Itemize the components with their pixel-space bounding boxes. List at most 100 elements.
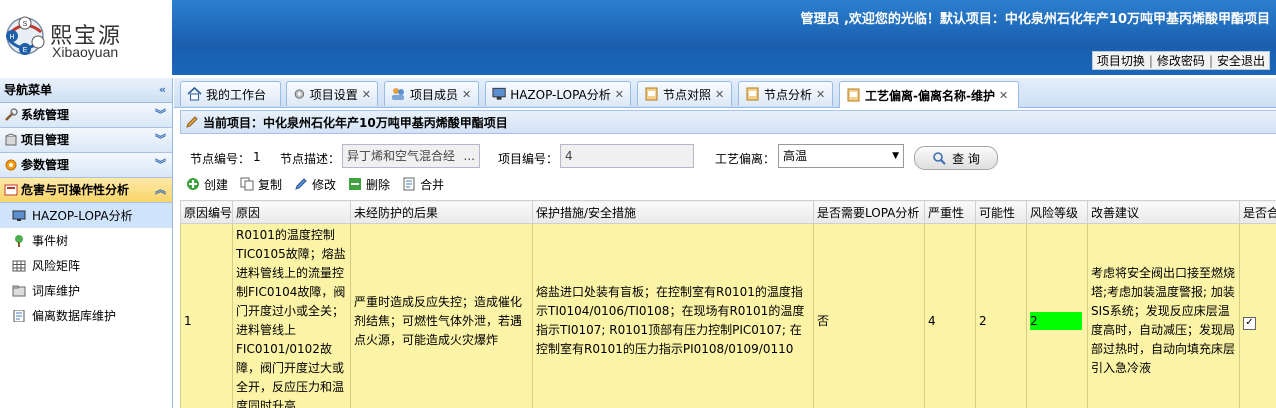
logo-area: H S E 熙宝源 Xibaoyuan <box>0 0 172 75</box>
close-icon[interactable]: ✕ <box>615 88 624 101</box>
nav-group-label: 项目管理 <box>21 133 70 147</box>
column-header[interactable]: 原因 <box>232 200 351 224</box>
project-no-label: 项目编号： <box>498 152 559 166</box>
cell-cause: R0101的温度控制TIC0105故障；熔盐进料管线上的流量控制FIC0104故… <box>232 223 351 408</box>
nav-group-hazop[interactable]: 危害与可操作性分析 ︽ <box>0 178 172 203</box>
current-project-bar: 当前项目：中化泉州石化年产10万吨甲基丙烯酸甲酯项目 <box>180 110 1276 134</box>
copy-label: 复制 <box>258 177 283 192</box>
close-icon[interactable]: ✕ <box>816 88 825 101</box>
edit-button[interactable]: 修改 <box>294 176 336 193</box>
toolbar: 创建 复制 修改 删除 合并 <box>186 175 456 193</box>
column-header[interactable]: 原因编号 <box>180 200 233 224</box>
column-header[interactable]: 是否需要LOPA分析 <box>813 200 925 224</box>
deviation-select[interactable]: 高温 ▼ <box>778 144 904 168</box>
sidebar-item-risk-matrix[interactable]: 风险矩阵 <box>0 253 172 278</box>
close-icon[interactable]: ✕ <box>999 89 1008 102</box>
wrench-icon <box>5 108 18 121</box>
column-header[interactable]: 可能性 <box>975 200 1027 224</box>
node-no-label: 节点编号： <box>190 152 251 166</box>
column-header[interactable]: 改善建议 <box>1087 200 1240 224</box>
tab-label: 项目设置 <box>309 87 358 102</box>
chevron-down-icon: ︾ <box>155 158 166 171</box>
users-icon <box>392 88 404 100</box>
sidebar-item-deviation-db[interactable]: 偏离数据库维护 <box>0 303 172 328</box>
nav-group-params[interactable]: 参数管理 ︾ <box>0 153 172 178</box>
nav-group-label: 系统管理 <box>21 108 70 122</box>
gear-icon <box>5 159 17 171</box>
sidebar-item-label: HAZOP-LOPA分析 <box>32 209 133 223</box>
delete-button[interactable]: 删除 <box>348 176 390 193</box>
sidebar-item-hazop-lopa[interactable]: HAZOP-LOPA分析 <box>0 203 172 228</box>
page-icon <box>645 87 658 101</box>
tab-project-settings[interactable]: 项目设置 ✕ <box>286 81 378 106</box>
folder-icon <box>12 285 26 296</box>
nav-group-label: 参数管理 <box>21 158 70 172</box>
doc-icon <box>13 309 25 322</box>
copy-button[interactable]: 复制 <box>240 176 282 193</box>
query-button[interactable]: 查 询 <box>914 146 998 170</box>
tab-label: 我的工作台 <box>206 87 267 102</box>
sidebar: 导航菜单 « 系统管理 ︾ 项目管理 ︾ 参数管理 ︾ 危害与可操作性分析 ︽ … <box>0 78 173 408</box>
change-password-link[interactable]: 修改密码 <box>1153 52 1209 69</box>
tab-label: HAZOP-LOPA分析 <box>510 87 611 102</box>
column-header[interactable]: 是否合 <box>1239 200 1276 224</box>
column-header[interactable]: 保护措施/安全措施 <box>532 200 814 224</box>
close-icon[interactable]: ✕ <box>362 88 371 101</box>
cell-recommendation: 考虑将安全阀出口接至燃烧塔;考虑加装温度警报; 加装SIS系统；发现反应床层温度… <box>1087 223 1240 408</box>
cell-likelihood: 2 <box>975 223 1027 408</box>
delete-label: 删除 <box>366 177 391 192</box>
search-icon <box>933 152 946 165</box>
close-icon[interactable]: ✕ <box>462 88 471 101</box>
sidebar-item-label: 风险矩阵 <box>32 259 81 273</box>
switch-project-link[interactable]: 项目切换 <box>1093 52 1149 69</box>
tab-node-comparison[interactable]: 节点对照 ✕ <box>637 81 732 106</box>
tab-node-analysis[interactable]: 节点分析 ✕ <box>738 81 833 106</box>
column-header[interactable]: 风险等级 <box>1026 200 1088 224</box>
svg-text:E: E <box>23 47 28 54</box>
close-icon[interactable]: ✕ <box>715 88 724 101</box>
tab-bar: 我的工作台 项目设置 ✕ 项目成员 ✕ HAZOP-LOPA分析 ✕ 节点对照 … <box>174 78 1276 108</box>
top-links: 项目切换 | 修改密码 | 安全退出 <box>1091 51 1270 70</box>
column-header[interactable]: 严重性 <box>924 200 976 224</box>
pencil-icon <box>186 116 198 128</box>
cell-need-lopa: 否 <box>813 223 925 408</box>
edit-icon <box>295 178 307 190</box>
page-icon <box>847 88 860 102</box>
collapse-sidebar-icon[interactable]: « <box>159 78 166 102</box>
tab-label: 项目成员 <box>410 87 459 102</box>
merge-button[interactable]: 合并 <box>402 176 444 193</box>
create-button[interactable]: 创建 <box>186 176 228 193</box>
tab-label: 节点分析 <box>764 87 813 102</box>
analysis-grid: 原因编号 原因 未经防护的后果 保护措施/安全措施 是否需要LOPA分析 严重性… <box>180 200 1276 408</box>
sidebar-item-label: 词库维护 <box>32 284 81 298</box>
logout-link[interactable]: 安全退出 <box>1213 52 1269 69</box>
node-desc-field[interactable]: 异丁烯和空气混合经 ... <box>342 144 480 168</box>
table-row[interactable]: 1 R0101的温度控制TIC0105故障；熔盐进料管线上的流量控制FIC010… <box>180 223 1276 408</box>
project-no-field[interactable]: 4 <box>560 144 694 168</box>
sidebar-item-label: 事件树 <box>32 234 69 248</box>
sidebar-item-lexicon[interactable]: 词库维护 <box>0 278 172 303</box>
sidebar-item-event-tree[interactable]: 事件树 <box>0 228 172 253</box>
nav-group-system[interactable]: 系统管理 ︾ <box>0 103 172 128</box>
cell-cause-id: 1 <box>180 223 233 408</box>
cell-risk-level: 2 <box>1026 223 1088 408</box>
query-button-label: 查 询 <box>952 151 980 166</box>
settings-icon <box>294 89 305 99</box>
tab-hazop-lopa[interactable]: HAZOP-LOPA分析 ✕ <box>485 81 631 106</box>
tab-workbench[interactable]: 我的工作台 <box>180 81 281 106</box>
node-no-value: 1 <box>253 150 261 164</box>
column-header[interactable]: 未经防护的后果 <box>350 200 533 224</box>
risk-level-badge: 2 <box>1030 311 1082 330</box>
nav-group-project[interactable]: 项目管理 ︾ <box>0 128 172 153</box>
tab-deviation-maintenance[interactable]: 工艺偏离-偏离名称-维护 ✕ <box>839 81 1019 108</box>
node-desc-value: 异丁烯和空气混合经 <box>347 149 456 163</box>
tab-label: 工艺偏离-偏离名称-维护 <box>865 88 995 103</box>
row-checkbox[interactable]: ✓ <box>1243 316 1256 330</box>
sidebar-header: 导航菜单 « <box>0 78 172 103</box>
tab-project-members[interactable]: 项目成员 ✕ <box>384 81 479 106</box>
cell-safeguards: 熔盐进口处装有盲板；在控制室有R0101的温度指示TI0104/0106/TI0… <box>532 223 814 408</box>
nav-group-label: 危害与可操作性分析 <box>21 183 130 197</box>
table-header-row: 原因编号 原因 未经防护的后果 保护措施/安全措施 是否需要LOPA分析 严重性… <box>180 200 1276 224</box>
home-icon <box>187 87 202 101</box>
deviation-label: 工艺偏离： <box>715 152 776 166</box>
